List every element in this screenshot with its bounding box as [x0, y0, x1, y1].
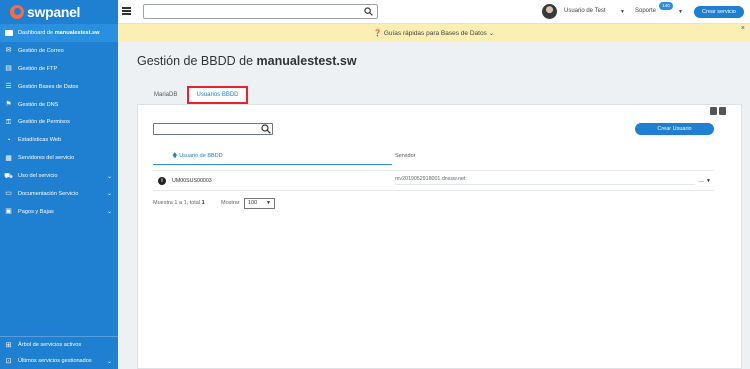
dashboard-icon	[4, 29, 13, 37]
column-header-user[interactable]: 🡅 Usuario de BBDD	[153, 148, 392, 165]
sidebar-bottom: ⊞ Árbol de servicios activos ⊡ Últimos s…	[0, 336, 118, 369]
brand-name: swpanel	[27, 4, 81, 20]
search-icon[interactable]	[261, 124, 271, 134]
sort-up-icon: 🡅	[172, 153, 178, 159]
sidebar-item-dashboard[interactable]: Dashboard de manualestest.sw	[0, 24, 118, 42]
brand-logo-icon	[10, 5, 24, 19]
users-panel	[137, 104, 742, 369]
key-icon: ⚿	[5, 118, 12, 126]
sidebar-item-servers[interactable]: ▦ Servidores del servicio	[0, 149, 118, 167]
sidebar-item-label: Estadísticas Web	[18, 137, 62, 144]
tab-bar: MariaDB	[144, 86, 187, 104]
sidebar-item-label: Documentación Servicio	[18, 190, 79, 197]
create-user-button[interactable]: Crear Usuario	[635, 123, 714, 135]
column-header-server[interactable]: Servidor	[395, 148, 415, 165]
caret-down-icon[interactable]: ▼	[706, 178, 711, 184]
sidebar-item-label: Gestión de FTP	[18, 65, 58, 72]
page-size-label: Mostrar	[221, 200, 240, 206]
sidebar-item-databases[interactable]: ☰ Gestión Bases de Datos	[0, 78, 118, 96]
sidebar-item-recent-services[interactable]: ⊡ Últimos servicios gestionados ⌄	[0, 353, 118, 369]
sidebar-item-label: Dashboard de manualestest.sw	[18, 29, 100, 36]
sidebar-item-label: Gestión de Correo	[18, 47, 64, 54]
sidebar-item-dns[interactable]: ⚑ Gestión de DNS	[0, 96, 118, 114]
caret-down-icon: ▼	[678, 9, 683, 15]
sidebar-item-label: Pagos y Bajas	[18, 208, 54, 215]
close-icon[interactable]: ×	[741, 25, 745, 32]
sidebar-item-label: Últimos servicios gestionados	[18, 358, 92, 364]
sidebar-item-ftp[interactable]: ▤ Gestión de FTP	[0, 60, 118, 78]
tab-usuarios-bbdd[interactable]: Usuarios BBDD	[187, 86, 248, 104]
search-icon[interactable]	[364, 7, 373, 16]
support-link[interactable]: Soporte	[635, 8, 656, 14]
flag-icon: ⚑	[5, 101, 12, 108]
sidebar-item-mail[interactable]: ✉ Gestión de Correo	[0, 42, 118, 60]
row-server: mv2019052918001.dnssw.net	[395, 176, 466, 182]
sidebar-item-service-tree[interactable]: ⊞ Árbol de servicios activos	[0, 337, 118, 353]
page-title: Gestión de BBDD de manualestest.sw	[137, 54, 357, 68]
banner-text: Guías rápidas para Bases de Datos	[383, 30, 487, 37]
table-header: 🡅 Usuario de BBDD Servidor	[153, 148, 714, 165]
chevron-down-icon: ⌄	[106, 173, 112, 180]
pagination-info: Muestra 1 a 1, total 1	[153, 200, 205, 206]
sidebar-item-payments[interactable]: ▣ Pagos y Bajas ⌄	[0, 203, 118, 221]
caret-down-icon: ▼	[266, 200, 271, 206]
row-user: UM00SUS00003	[172, 178, 212, 184]
topbar: Usuario de Test ▼ Soporte 140 ▼ Crear se…	[118, 0, 750, 24]
chevron-down-icon: ⌄	[106, 191, 112, 198]
sidebar-item-permissions[interactable]: ⚿ Gestión de Permisos	[0, 113, 118, 131]
sidebar-item-docs[interactable]: ▭ Documentación Servicio ⌄	[0, 185, 118, 203]
users-table: 🡅 Usuario de BBDD Servidor i UM00SUS0000…	[153, 148, 714, 191]
quick-guides-banner[interactable]: ❓ Guías rápidas para Bases de Datos ⌄ ×	[118, 24, 750, 42]
sidebar-item-label: Gestión de Permisos	[18, 119, 70, 126]
global-search-input[interactable]	[143, 4, 378, 19]
chevron-down-icon: ⌄	[106, 209, 112, 216]
row-actions-button[interactable]: ...	[698, 177, 704, 184]
question-icon: ❓	[373, 30, 383, 37]
page-size-select[interactable]: 100 ▼	[244, 198, 275, 209]
support-badge: 140	[659, 2, 673, 10]
menu-icon[interactable]	[122, 7, 131, 15]
export-csv-icon[interactable]	[719, 107, 726, 115]
pie-chart-icon: ◔	[6, 136, 11, 144]
sidebar-item-label: Uso del servicio	[18, 173, 58, 180]
history-icon: ⊡	[5, 357, 12, 365]
sidebar-item-label: Gestión de DNS	[18, 101, 59, 108]
sidebar-item-label: Servidores del servicio	[18, 155, 75, 162]
user-menu[interactable]: Usuario de Test	[564, 8, 606, 14]
export-actions	[710, 107, 726, 115]
server-icon: ▦	[5, 154, 12, 162]
sidebar-item-usage[interactable]: ⛟ Uso del servicio ⌄	[0, 167, 118, 185]
tab-mariadb[interactable]: MariaDB	[144, 86, 187, 104]
ftp-icon: ▤	[5, 65, 12, 73]
mail-icon: ✉	[5, 47, 12, 55]
table-row: i UM00SUS00003 mv2019052918001.dnssw.net…	[153, 170, 714, 191]
payment-icon: ▣	[5, 208, 12, 216]
export-excel-icon[interactable]	[710, 107, 717, 115]
cart-icon: ⛟	[4, 172, 13, 180]
caret-down-icon: ▼	[620, 9, 625, 15]
sidebar: swpanel Dashboard de manualestest.sw ✉ G…	[0, 0, 118, 369]
sidebar-nav: Dashboard de manualestest.sw ✉ Gestión d…	[0, 24, 118, 221]
brand-logo[interactable]: swpanel	[0, 0, 118, 24]
row-divider	[395, 184, 695, 185]
avatar[interactable]	[542, 4, 557, 19]
users-search-input[interactable]	[153, 123, 273, 135]
chevron-down-icon: ⌄	[106, 358, 112, 365]
sidebar-item-label: Árbol de servicios activos	[18, 342, 82, 348]
info-icon[interactable]: i	[158, 177, 166, 185]
database-icon: ☰	[5, 83, 12, 91]
chevron-down-icon: ⌄	[488, 30, 495, 37]
sidebar-item-stats[interactable]: ◔ Estadísticas Web	[0, 131, 118, 149]
sidebar-item-label: Gestión Bases de Datos	[18, 83, 79, 90]
document-icon: ▭	[5, 190, 12, 198]
tree-icon: ⊞	[5, 341, 12, 349]
create-service-button[interactable]: Crear servicio	[694, 6, 744, 18]
